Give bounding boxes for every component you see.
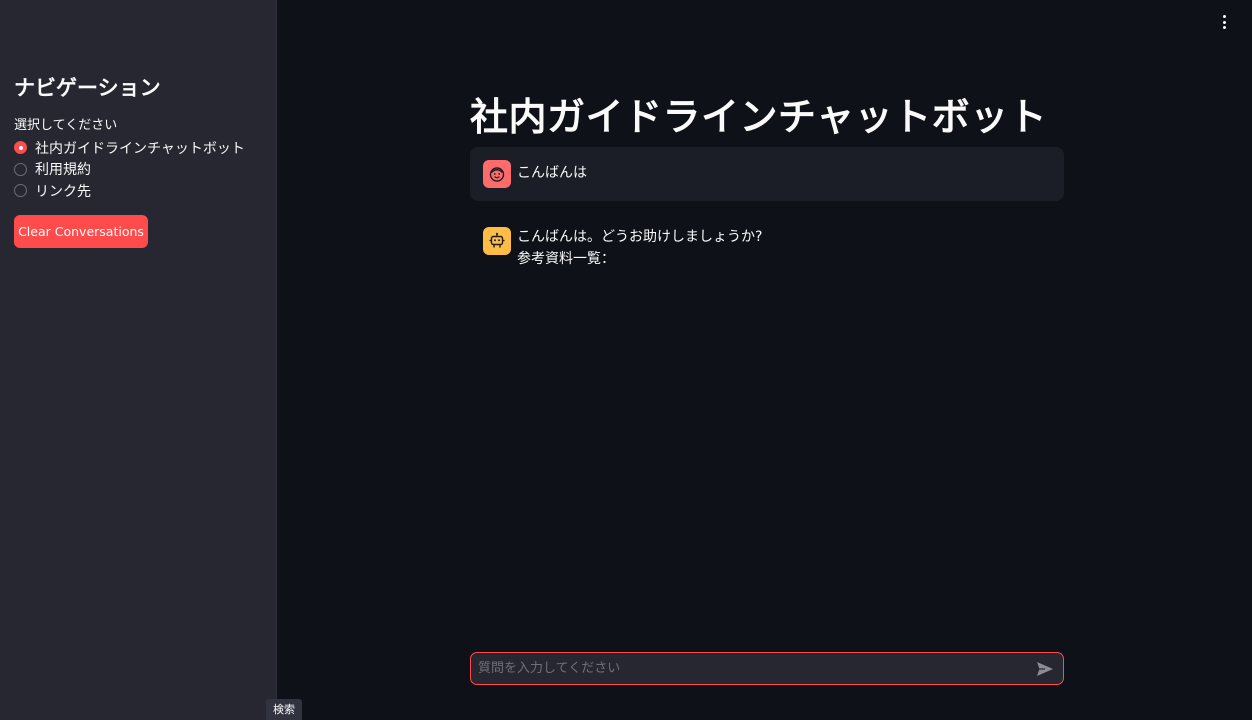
chat-message-assistant: こんばんは。どうお助けしましょうか? 参考資料一覧： — [470, 214, 1064, 284]
message-line: こんばんは。どうお助けしましょうか? — [517, 229, 763, 245]
radio-button[interactable] — [14, 162, 27, 176]
clear-conversations-button[interactable]: Clear Conversations — [14, 215, 148, 248]
radio-option-terms[interactable]: 利用規約 — [14, 159, 245, 181]
radio-option-label: リンク先 — [35, 183, 91, 200]
app-root: ナビゲーション 選択してください 社内ガイドラインチャットボット 利用規約 リン… — [0, 0, 1252, 720]
send-arrow-icon[interactable] — [1035, 659, 1055, 679]
smiley-face-icon — [483, 160, 511, 188]
page-title: 社内ガイドラインチャットボット — [470, 95, 1048, 139]
vertical-ellipsis-icon[interactable] — [1216, 14, 1232, 30]
chat-input[interactable] — [478, 653, 1018, 684]
radio-option-links[interactable]: リンク先 — [14, 180, 245, 202]
message-text: こんばんは。どうお助けしましょうか? 参考資料一覧： — [517, 226, 762, 270]
radio-button[interactable] — [14, 184, 27, 198]
navigation-radio-group: 社内ガイドラインチャットボット 利用規約 リンク先 — [14, 137, 245, 202]
chat-message-user: こんばんは — [470, 147, 1064, 201]
radio-option-label: 社内ガイドラインチャットボット — [35, 140, 245, 157]
radio-group-label: 選択してください — [14, 118, 118, 133]
robot-icon — [483, 227, 511, 255]
sidebar: ナビゲーション 選択してください 社内ガイドラインチャットボット 利用規約 リン… — [0, 0, 277, 720]
search-tab[interactable]: 検索 — [266, 699, 302, 720]
radio-option-chatbot[interactable]: 社内ガイドラインチャットボット — [14, 137, 245, 159]
message-text: こんばんは — [517, 165, 587, 181]
radio-button-selected[interactable] — [14, 141, 27, 155]
radio-option-label: 利用規約 — [35, 162, 91, 179]
sidebar-title: ナビゲーション — [14, 76, 161, 100]
message-line: 参考資料一覧： — [517, 251, 615, 267]
chat-input-container — [470, 652, 1064, 685]
